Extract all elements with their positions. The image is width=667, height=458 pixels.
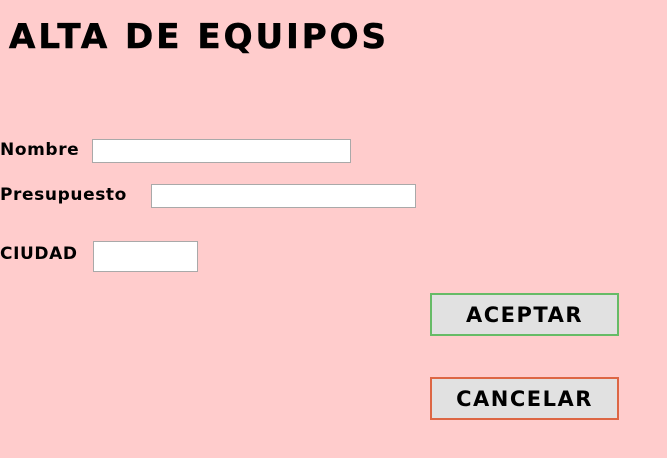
nombre-input[interactable] [92, 139, 351, 163]
alta-equipos-form: ALTA DE EQUIPOS Nombre Presupuesto CIUDA… [0, 0, 667, 458]
ciudad-label: CIUDAD [0, 244, 78, 264]
page-title: ALTA DE EQUIPOS [9, 17, 390, 58]
cancelar-button[interactable]: CANCELAR [430, 377, 619, 420]
nombre-label: Nombre [0, 140, 80, 160]
ciudad-input[interactable] [93, 241, 198, 272]
presupuesto-label: Presupuesto [0, 185, 127, 205]
presupuesto-input[interactable] [151, 184, 416, 208]
aceptar-button[interactable]: ACEPTAR [430, 293, 619, 336]
